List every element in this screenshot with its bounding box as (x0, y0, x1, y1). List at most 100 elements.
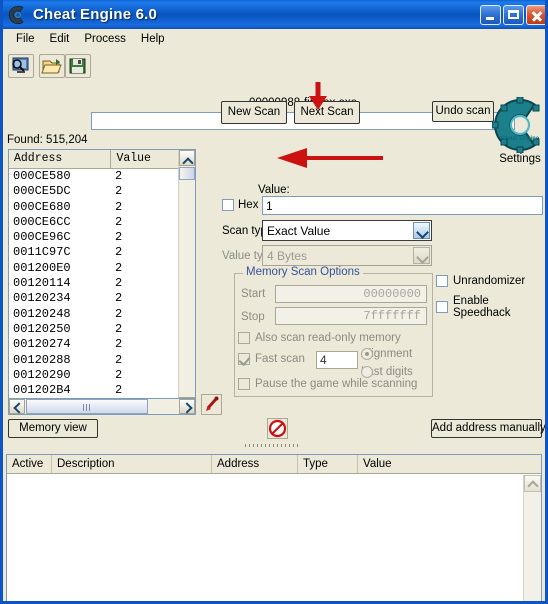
cheat-engine-window: Cheat Engine 6.0 File Edit Process Help (0, 0, 548, 604)
scan-result-row[interactable]: 00120290 2 (9, 368, 195, 383)
unrandomizer-checkbox-box[interactable] (436, 275, 448, 287)
speedhack-label: Enable Speedhack (453, 295, 511, 319)
open-file-button[interactable] (39, 54, 65, 78)
cheat-table-scrollbar[interactable] (523, 475, 541, 601)
new-scan-button[interactable]: New Scan (221, 101, 287, 124)
save-file-button[interactable] (65, 54, 91, 78)
speedhack-checkbox-box[interactable] (436, 301, 448, 313)
cheat-engine-logo-icon[interactable]: Cheat Engine (492, 97, 548, 153)
menu-process[interactable]: Process (77, 31, 134, 47)
fast-scan-checkbox[interactable]: Fast scan (238, 353, 305, 367)
column-header-active: Active (7, 455, 52, 473)
splitter-grip[interactable] (245, 444, 301, 447)
scan-result-row[interactable]: 000CE6CC 2 (9, 215, 195, 230)
scan-results-rows[interactable]: 000CE580 2 000CE5DC 2 000CE680 2 000CE6CC 2 000C… (9, 169, 195, 413)
scan-value-input[interactable]: 1 (262, 196, 543, 215)
cheat-table[interactable]: Active Description Address Type Value (6, 454, 542, 601)
last-digits-radio-button[interactable] (361, 366, 373, 378)
settings-label[interactable]: Settings (492, 153, 545, 165)
alignment-radio-button[interactable] (361, 348, 373, 360)
readonly-memory-checkbox-box[interactable] (238, 332, 250, 344)
menu-file[interactable]: File (9, 31, 43, 47)
add-address-manually-button[interactable]: Add address manually (431, 419, 545, 438)
start-label: Start (241, 288, 266, 300)
scan-result-row[interactable]: 000CE680 2 (9, 200, 195, 215)
scan-result-row[interactable]: 00120234 2 (9, 291, 195, 306)
scan-result-row[interactable]: 000CE96C 2 (9, 230, 195, 245)
hex-checkbox[interactable]: Hex (222, 199, 258, 211)
scan-result-value: 2 (115, 169, 123, 183)
chevron-down-icon[interactable] (413, 247, 430, 264)
open-process-icon (12, 57, 29, 73)
hscroll-thumb[interactable] (26, 399, 148, 414)
scan-result-address: 001202B4 (13, 383, 71, 398)
results-horizontal-scrollbar[interactable] (8, 398, 196, 415)
scan-result-address: 00120248 (13, 306, 71, 321)
pause-game-checkbox-box[interactable] (238, 378, 250, 390)
results-vertical-scrollbar[interactable] (178, 150, 195, 413)
value-label: Value: (258, 184, 290, 196)
scan-result-address: 00120234 (13, 291, 71, 306)
fast-scan-checkbox-box[interactable] (238, 353, 251, 367)
maximize-button[interactable] (503, 4, 524, 25)
close-button[interactable] (526, 4, 545, 25)
memory-view-button[interactable]: Memory view (8, 419, 98, 438)
client-area: 00000988-firefox.exe Found: 515,204 Chea… (3, 49, 545, 601)
scroll-thumb[interactable] (179, 167, 195, 180)
scan-result-row[interactable]: 001202B4 2 (9, 383, 195, 398)
fast-scan-value-input[interactable]: 4 (316, 351, 358, 369)
save-file-icon (69, 58, 86, 74)
pointer-scan-button[interactable] (201, 394, 222, 415)
undo-scan-button[interactable]: Undo scan (432, 101, 494, 122)
scan-result-row[interactable]: 001200E0 2 (9, 261, 195, 276)
scan-result-row[interactable]: 0011C97C 2 (9, 245, 195, 260)
chevron-down-icon[interactable] (413, 222, 430, 239)
cheat-table-header: Active Description Address Type Value (7, 455, 541, 474)
readonly-memory-checkbox[interactable]: Also scan read-only memory (238, 332, 401, 344)
menu-edit[interactable]: Edit (43, 31, 78, 47)
open-process-button[interactable] (8, 54, 34, 78)
open-file-icon (41, 59, 62, 74)
menu-bar: File Edit Process Help (3, 29, 545, 49)
hex-checkbox-box[interactable] (222, 199, 234, 211)
menu-help[interactable]: Help (134, 31, 173, 47)
scan-result-row[interactable]: 00120274 2 (9, 337, 195, 352)
title-bar: Cheat Engine 6.0 (3, 0, 545, 29)
value-type-value: 4 Bytes (267, 249, 308, 263)
scan-result-value: 2 (115, 276, 123, 291)
column-header-type: Type (298, 455, 358, 473)
stop-scan-button[interactable] (267, 418, 288, 439)
scan-result-value: 2 (115, 337, 123, 352)
scroll-up-button[interactable] (179, 150, 195, 166)
last-digits-radio[interactable]: Last digits (361, 366, 413, 378)
window-controls (480, 4, 545, 25)
cheat-table-scroll-up-button[interactable] (524, 475, 541, 492)
scan-result-value: 2 (115, 306, 123, 321)
minimize-button[interactable] (480, 4, 501, 25)
scan-result-row[interactable]: 000CE5DC 2 (9, 184, 195, 199)
stop-address-input[interactable]: 7fffffff (275, 307, 427, 325)
scan-result-row[interactable]: 00120114 2 (9, 276, 195, 291)
scroll-right-button[interactable] (179, 399, 195, 414)
column-header-description: Description (52, 455, 212, 473)
speedhack-checkbox[interactable]: Enable Speedhack (436, 295, 545, 319)
scan-result-address: 00120288 (13, 352, 71, 367)
scan-type-select[interactable]: Exact Value (262, 220, 432, 241)
scan-result-address: 000CE680 (13, 199, 71, 214)
scan-result-value: 2 (115, 352, 123, 367)
scan-result-row[interactable]: 000CE580 2 (9, 169, 195, 184)
next-scan-button[interactable]: Next Scan (294, 101, 360, 124)
scan-result-value: 2 (115, 214, 123, 229)
scroll-left-button[interactable] (9, 399, 25, 414)
scan-result-row[interactable]: 00120288 2 (9, 353, 195, 368)
start-address-input[interactable]: 00000000 (275, 285, 427, 303)
unrandomizer-checkbox[interactable]: Unrandomizer (436, 275, 525, 287)
alignment-radio[interactable]: Alignment (361, 348, 412, 360)
pause-game-checkbox[interactable]: Pause the game while scanning (238, 378, 417, 390)
scan-result-row[interactable]: 00120250 2 (9, 322, 195, 337)
scan-results-list[interactable]: Address Value 000CE580 2 000CE5DC 2 000CE680… (8, 149, 196, 414)
scan-result-row[interactable]: 00120248 2 (9, 307, 195, 322)
value-type-select[interactable]: 4 Bytes (262, 245, 432, 266)
column-header-address: Address (212, 455, 298, 473)
red-arrow-pointer-icon (206, 396, 219, 411)
